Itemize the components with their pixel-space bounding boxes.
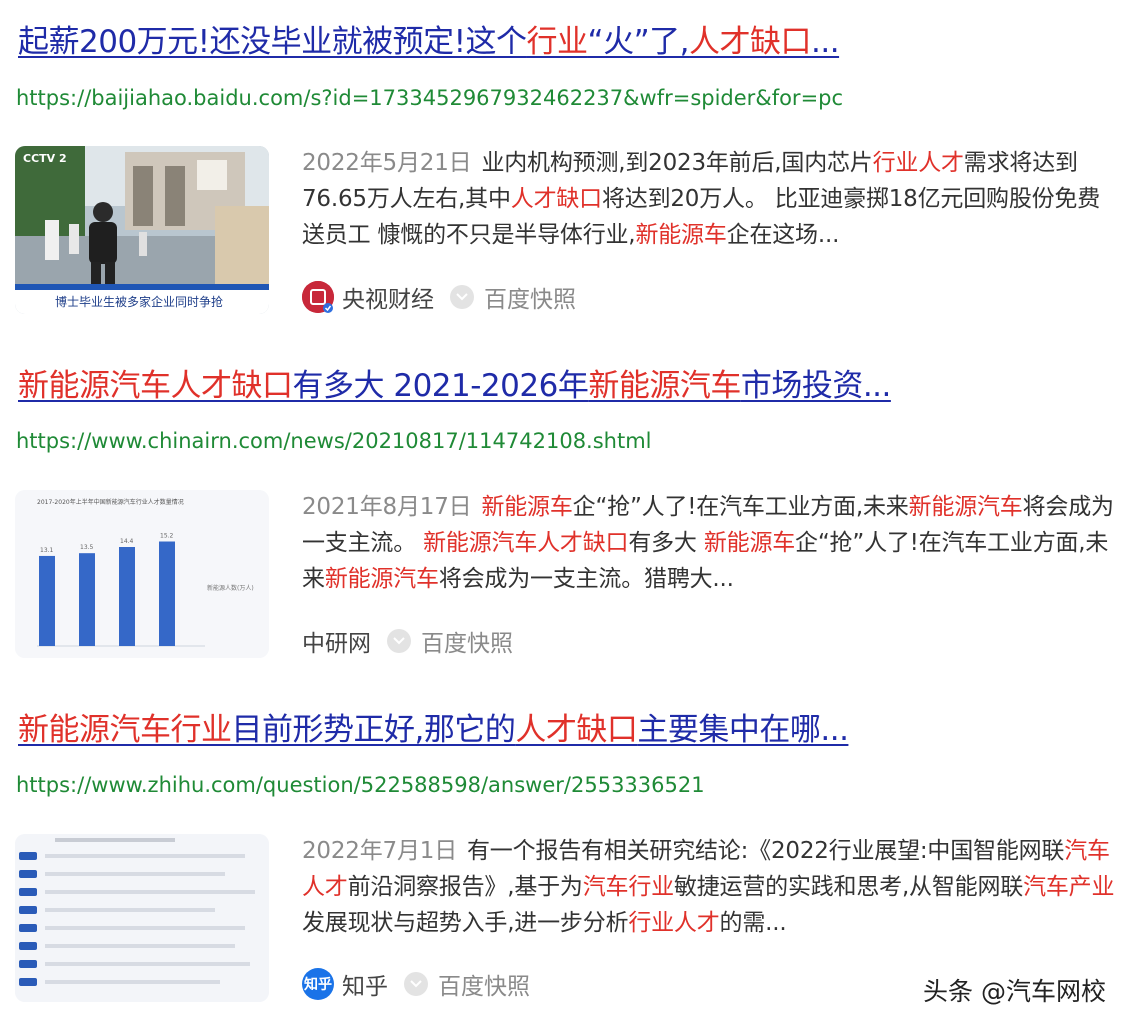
text-segment: 起薪200万元!还没毕业就被预定!这个 — [18, 24, 527, 60]
svg-text:博士毕业生被多家企业同时争抢: 博士毕业生被多家企业同时争抢 — [55, 294, 223, 309]
result-source-row: 知乎 知乎 百度快照 — [302, 967, 530, 1001]
thumb-bar-label: 14.4 — [120, 538, 134, 545]
result-thumbnail[interactable] — [15, 834, 269, 1002]
text-segment: 将会成为一支主流。猎聘大... — [438, 566, 734, 592]
cctv-finance-logo-icon — [302, 281, 334, 313]
svg-text:CCTV 2: CCTV 2 — [23, 152, 67, 165]
result-thumbnail[interactable]: CCTV 2 博士毕业生被多家企业同时争抢 — [15, 146, 269, 314]
highlighted-keyword: 新能源汽车 — [908, 494, 1023, 520]
source-name[interactable]: 中研网 — [302, 624, 371, 658]
highlighted-keyword: 人才缺口 — [515, 712, 638, 748]
thumb-bar-label: 13.5 — [80, 544, 94, 551]
highlighted-keyword: 行业人才 — [872, 150, 964, 176]
chevron-down-icon[interactable] — [450, 285, 474, 309]
thumb-bar-label: 13.1 — [40, 547, 54, 554]
result-date: 2022年5月21日 — [302, 150, 472, 176]
text-segment: “火”了, — [587, 24, 690, 60]
text-segment: 市场投资... — [740, 368, 892, 404]
report-list-image — [15, 834, 269, 1002]
thumb-bar — [119, 547, 135, 646]
highlighted-keyword: 行业 — [526, 24, 589, 60]
source-name[interactable]: 知乎 — [342, 967, 388, 1001]
result-thumbnail[interactable]: 2017-2020年上半年中国新能源汽车行业人才数量情况 13.1 13.5 14.… — [15, 490, 269, 658]
result-snippet: 2022年7月1日 有一个报告有相关研究结论:《2022行业展望:中国智能网联汽车… — [302, 833, 1122, 941]
text-segment: 前沿洞察报告》,基于为 — [347, 874, 583, 900]
result-title[interactable]: 起薪200万元!还没毕业就被预定!这个行业“火”了,人才缺口... — [18, 22, 840, 62]
result-title[interactable]: 新能源汽车行业目前形势正好,那它的人才缺口主要集中在哪... — [18, 710, 849, 750]
text-segment: 发展现状与超势入手,进一步分析 — [302, 910, 629, 936]
highlighted-keyword: 新能源车 — [481, 494, 573, 520]
source-name[interactable]: 央视财经 — [342, 280, 434, 314]
highlighted-keyword: 人才缺口 — [689, 24, 812, 60]
result-date: 2021年8月17日 — [302, 494, 472, 520]
result-url[interactable]: https://www.chinairn.com/news/20210817/1… — [16, 427, 652, 455]
highlighted-keyword: 新能源汽车人才缺口 — [18, 368, 293, 404]
text-segment: 主要集中在哪... — [637, 712, 849, 748]
thumb-bar — [159, 541, 175, 646]
result-source-row: 央视财经 百度快照 — [302, 280, 576, 314]
text-segment: 有多大 2021-2026年 — [292, 368, 589, 404]
text-segment: 的需... — [719, 910, 787, 936]
cache-snapshot-link[interactable]: 百度快照 — [484, 280, 576, 314]
result-title[interactable]: 新能源汽车人才缺口有多大 2021-2026年新能源汽车市场投资... — [18, 366, 891, 406]
thumb-bar — [79, 553, 95, 646]
highlighted-keyword: 汽车行业 — [582, 874, 674, 900]
bar-chart-image: 2017-2020年上半年中国新能源汽车行业人才数量情况 13.1 13.5 14.… — [15, 490, 269, 658]
news-photo-image: CCTV 2 博士毕业生被多家企业同时争抢 — [15, 146, 269, 314]
zhihu-logo-icon: 知乎 — [302, 968, 334, 1000]
text-segment: 企“抢”人了!在汽车工业方面,未来 — [572, 494, 909, 520]
highlighted-keyword: 人才缺口 — [510, 186, 602, 212]
thumb-bar — [39, 555, 55, 646]
cache-snapshot-link[interactable]: 百度快照 — [438, 967, 530, 1001]
highlighted-keyword: 新能源汽车 — [324, 566, 439, 592]
highlighted-keyword: 新能源车 — [703, 530, 796, 556]
text-segment: 企在这场... — [726, 222, 840, 248]
cache-snapshot-link[interactable]: 百度快照 — [421, 624, 513, 658]
result-source-row: 中研网 百度快照 — [302, 624, 513, 658]
chevron-down-icon[interactable] — [387, 629, 411, 653]
result-snippet: 2021年8月17日 新能源车企“抢”人了!在汽车工业方面,未来新能源汽车将会成为… — [302, 489, 1122, 597]
text-segment: 敏捷运营的实践和思考,从智能网联 — [673, 874, 1024, 900]
watermark: 头条 @汽车网校 — [923, 977, 1106, 1006]
text-segment: ... — [811, 24, 840, 60]
chevron-down-icon[interactable] — [404, 972, 428, 996]
svg-text:2017-2020年上半年中国新能源汽车行业人才数量情况: 2017-2020年上半年中国新能源汽车行业人才数量情况 — [37, 498, 184, 506]
highlighted-keyword: 新能源汽车行业 — [18, 712, 232, 748]
text-segment: 目前形势正好,那它的 — [231, 712, 516, 748]
highlighted-keyword: 新能源汽车 — [588, 368, 741, 404]
text-segment: 业内机构预测,到2023年前后,国内芯片 — [481, 150, 873, 176]
highlighted-keyword: 新能源车 — [635, 222, 727, 248]
result-snippet: 2022年5月21日 业内机构预测,到2023年前后,国内芯片行业人才需求将达到7… — [302, 145, 1122, 253]
text-segment: 有多大 — [628, 530, 704, 556]
svg-text:新能源人数(万人): 新能源人数(万人) — [207, 584, 254, 592]
result-url[interactable]: https://baijiahao.baidu.com/s?id=1733452… — [16, 84, 843, 112]
text-segment: 有一个报告有相关研究结论:《2022行业展望:中国智能网联 — [467, 838, 1065, 864]
result-url[interactable]: https://www.zhihu.com/question/522588598… — [16, 771, 705, 799]
thumb-bar-label: 15.2 — [160, 533, 174, 540]
highlighted-keyword: 新能源汽车人才缺口 — [423, 530, 629, 556]
result-date: 2022年7月1日 — [302, 838, 457, 864]
highlighted-keyword: 行业人才 — [628, 910, 720, 936]
highlighted-keyword: 汽车产业 — [1023, 874, 1115, 900]
